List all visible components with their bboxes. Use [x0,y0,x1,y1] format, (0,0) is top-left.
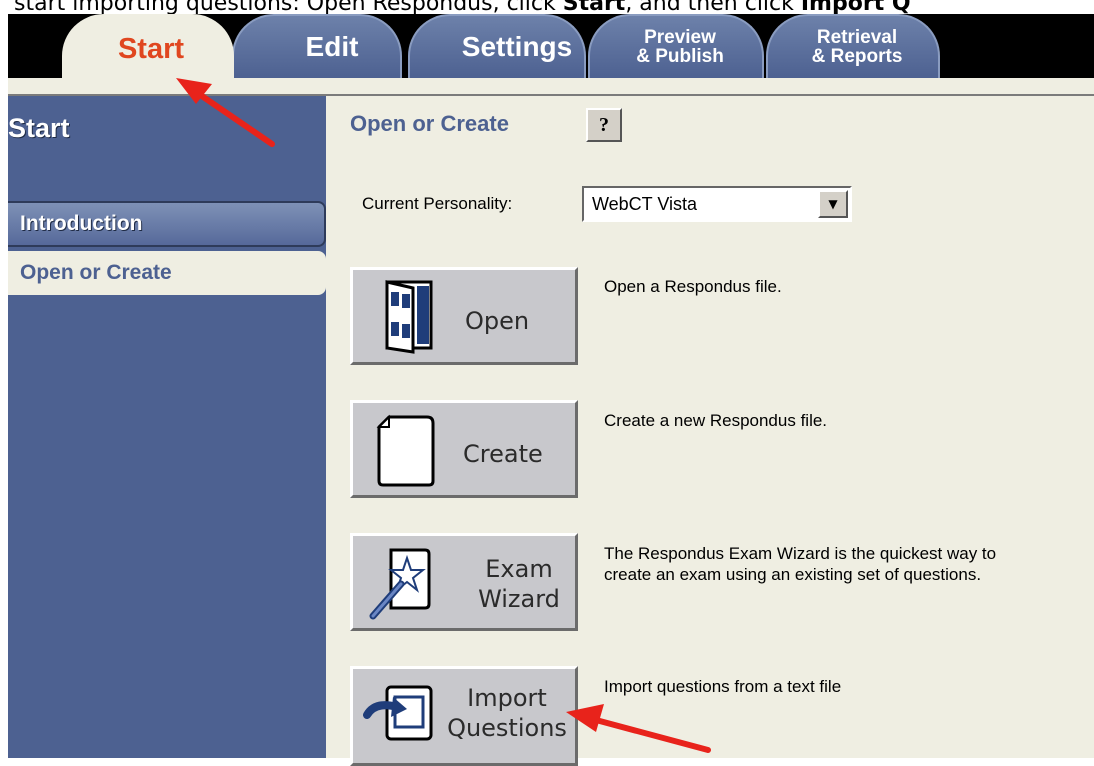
open-button[interactable]: Open [350,267,578,365]
create-button-label: Create [463,440,543,468]
tab-start-label: Start [117,32,185,65]
open-description: Open a Respondus file. [604,277,782,296]
tab-edit-label: Edit [305,31,359,62]
help-icon: ? [599,113,609,136]
import-questions-button-label: Import Questions [437,683,577,743]
import-questions-button[interactable]: Import Questions [350,666,578,766]
tab-retrieval-reports[interactable]: Retrieval & Reports [766,14,940,78]
create-button[interactable]: Create [350,400,578,498]
tab-preview-publish[interactable]: Preview & Publish [588,14,764,78]
import-label-line2: Questions [447,714,567,742]
sidebar-item-label: Open or Create [20,261,172,284]
open-button-label: Open [465,307,530,335]
tab-retrieval-line2: & Reports [811,46,903,67]
tab-preview-label: Preview & Publish [636,28,724,66]
exam-wizard-desc-line1: The Respondus Exam Wizard is the quickes… [604,544,997,563]
exam-wizard-description: The Respondus Exam Wizard is the quickes… [604,543,996,585]
import-description: Import questions from a text file [604,677,842,696]
tab-start[interactable]: Start [62,14,234,84]
sidebar-item-open-or-create[interactable]: Open or Create [8,251,326,295]
exam-wizard-desc-line2: create an exam using an existing set of … [604,565,982,584]
tab-edit[interactable]: Edit [232,14,402,78]
exam-wizard-label-line1: Exam [485,555,553,583]
tab-preview-line1: Preview [644,27,716,48]
personality-select-value: WebCT Vista [592,194,698,214]
exam-wizard-button[interactable]: Exam Wizard [350,533,578,631]
sidebar [8,96,326,758]
sidebar-item-introduction[interactable]: Introduction [8,201,326,247]
import-label-line1: Import [467,684,547,712]
section-title: Open or Create [350,111,509,136]
blank-document-icon [376,414,435,487]
personality-label: Current Personality: [362,194,513,213]
exam-wizard-label-line2: Wizard [478,585,560,613]
tab-settings-label: Settings [461,31,573,62]
tab-settings[interactable]: Settings [408,14,586,78]
sidebar-title: Start [8,113,70,143]
tab-preview-line2: & Publish [636,46,724,67]
import-file-icon [363,685,433,741]
chevron-down-icon[interactable]: ▼ [818,190,848,218]
sidebar-item-label: Introduction [20,212,143,235]
personality-select[interactable]: WebCT Vista ▼ [582,186,852,222]
help-button[interactable]: ? [586,108,622,142]
tab-retrieval-line1: Retrieval [816,27,898,48]
magic-wand-icon [369,548,431,620]
exam-wizard-button-label: Exam Wizard [469,554,569,614]
tab-retrieval-label: Retrieval & Reports [812,28,903,66]
create-description: Create a new Respondus file. [604,411,828,430]
door-icon [385,280,433,354]
